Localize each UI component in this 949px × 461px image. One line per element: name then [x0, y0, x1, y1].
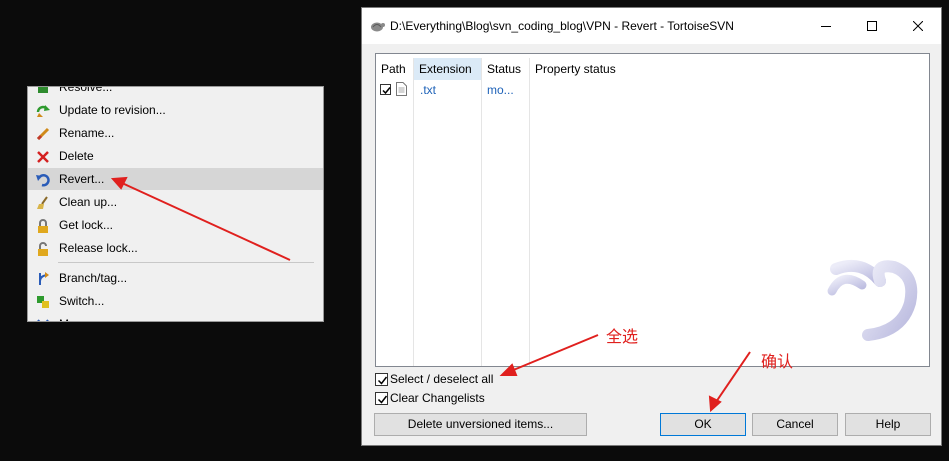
menu-item-label: Release lock...	[59, 241, 138, 255]
menu-item-label: Rename...	[59, 126, 115, 140]
menu-separator	[58, 262, 314, 263]
merge-icon	[36, 317, 50, 321]
cell-status: mo...	[487, 83, 514, 97]
tortoisesvn-logo-icon	[370, 19, 385, 33]
menu-item-branch-tag[interactable]: Branch/tag...	[28, 267, 323, 289]
menu-item-release-lock[interactable]: Release lock...	[28, 237, 323, 259]
delete-icon	[36, 149, 50, 163]
help-button[interactable]: Help	[845, 413, 931, 436]
clear-changelists-label: Clear Changelists	[390, 391, 485, 405]
row-checkbox[interactable]	[380, 84, 391, 95]
menu-item-merge[interactable]: M	[28, 313, 323, 321]
checkmark-icon	[377, 395, 388, 404]
ok-button[interactable]: OK	[660, 413, 746, 436]
rename-icon	[36, 126, 50, 141]
menu-item-clean-up[interactable]: Clean up...	[28, 191, 323, 213]
menu-item-label: Switch...	[59, 294, 105, 308]
menu-item-get-lock[interactable]: Get lock...	[28, 214, 323, 236]
menu-item-update-to-revision[interactable]: Update to revision...	[28, 99, 323, 121]
menu-item-rename[interactable]: Rename...	[28, 122, 323, 144]
clear-changelists-checkbox[interactable]: Clear Changelists	[375, 390, 575, 406]
cancel-button[interactable]: Cancel	[752, 413, 838, 436]
lock-icon	[36, 218, 50, 233]
minimize-icon	[821, 26, 831, 27]
select-all-checkbox[interactable]: Select / deselect all	[375, 371, 575, 387]
column-divider	[529, 58, 530, 366]
menu-item-label: Branch/tag...	[59, 271, 128, 285]
select-all-label: Select / deselect all	[390, 372, 494, 386]
maximize-button[interactable]	[849, 8, 895, 44]
menu-item-label: Delete	[59, 149, 94, 163]
menu-item-revert[interactable]: Revert...	[28, 168, 323, 190]
menu-item-label: M	[59, 313, 69, 321]
update-icon	[36, 103, 50, 117]
title-bar: D:\Everything\Blog\svn_coding_blog\VPN -…	[362, 8, 941, 44]
unlock-icon	[36, 241, 50, 256]
context-menu: Resolve... Update to revision... Rename.…	[27, 86, 324, 322]
window-title: D:\Everything\Blog\svn_coding_blog\VPN -…	[390, 19, 734, 33]
column-header-path[interactable]: Path	[376, 58, 414, 80]
branch-icon	[36, 271, 50, 285]
menu-item-label: Update to revision...	[59, 103, 166, 117]
menu-item-label: Revert...	[59, 172, 105, 186]
column-divider	[413, 58, 414, 366]
column-divider	[481, 58, 482, 366]
revert-icon	[36, 172, 50, 187]
minimize-button[interactable]	[803, 8, 849, 44]
checkmark-icon	[382, 87, 391, 95]
column-header-status[interactable]: Status	[482, 58, 530, 80]
table-row[interactable]: .txt mo...	[376, 81, 929, 99]
column-header-property-status[interactable]: Property status	[530, 58, 680, 80]
checkbox-box[interactable]	[375, 392, 388, 405]
cell-extension: .txt	[420, 83, 437, 97]
annotation-confirm: 确认	[761, 354, 794, 371]
delete-unversioned-button[interactable]: Delete unversioned items...	[374, 413, 587, 436]
resolve-icon	[36, 87, 50, 94]
file-list[interactable]: Path Extension Status Property status .t…	[375, 53, 930, 367]
cleanup-icon	[36, 195, 50, 209]
revert-dialog: D:\Everything\Blog\svn_coding_blog\VPN -…	[361, 7, 942, 446]
menu-item-resolve[interactable]: Resolve...	[28, 86, 323, 98]
column-header-extension[interactable]: Extension	[414, 58, 482, 80]
menu-item-label: Clean up...	[59, 195, 118, 209]
menu-item-delete[interactable]: Delete	[28, 145, 323, 167]
menu-item-switch[interactable]: Switch...	[28, 290, 323, 312]
checkbox-box[interactable]	[375, 373, 388, 386]
annotation-select-all: 全选	[606, 329, 639, 346]
checkmark-icon	[377, 376, 388, 385]
close-button[interactable]	[895, 8, 941, 44]
file-icon	[396, 82, 407, 101]
close-icon	[913, 21, 923, 31]
revert-watermark-icon	[827, 260, 918, 341]
switch-icon	[36, 294, 50, 308]
menu-item-label: Get lock...	[59, 218, 114, 232]
maximize-icon	[867, 21, 877, 31]
menu-item-label: Resolve...	[59, 86, 113, 94]
